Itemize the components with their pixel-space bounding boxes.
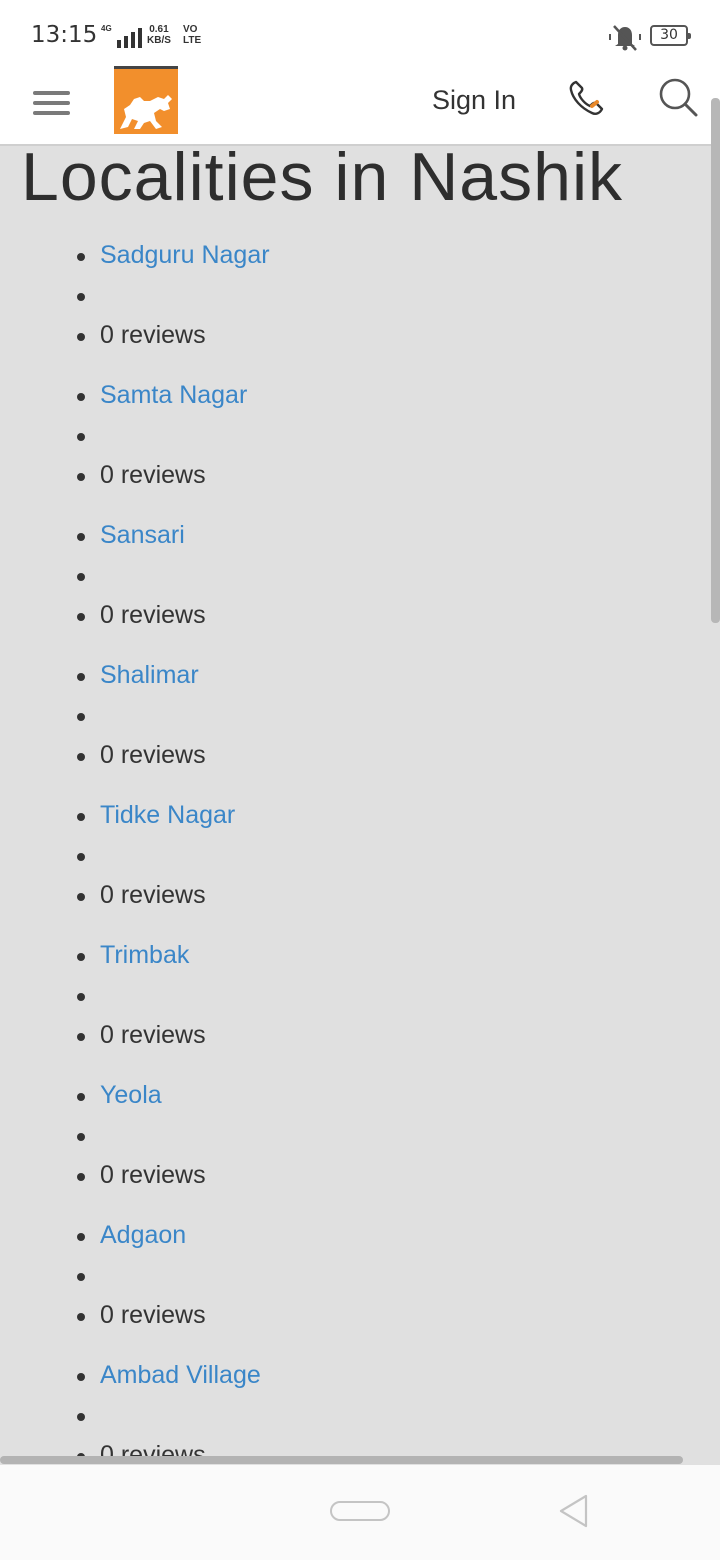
system-nav-bar bbox=[0, 1465, 720, 1560]
list-item bbox=[0, 1256, 700, 1296]
list-item: Trimbak bbox=[0, 936, 700, 976]
phone-icon[interactable] bbox=[567, 78, 607, 118]
volte-bottom: LTE bbox=[183, 35, 202, 46]
list-item bbox=[0, 1116, 700, 1156]
list-item: Samta Nagar bbox=[0, 376, 700, 416]
status-bar: 13:15 4G 0.61 KB/S VO LTE 30 bbox=[0, 0, 720, 68]
list-item: 0 reviews bbox=[0, 736, 700, 776]
back-triangle-icon[interactable] bbox=[556, 1493, 592, 1529]
search-icon[interactable] bbox=[658, 77, 698, 117]
locality-reviews: 0 reviews bbox=[100, 741, 206, 769]
brand-logo[interactable] bbox=[114, 66, 178, 134]
site-header: Sign In bbox=[0, 66, 720, 146]
locality-reviews: 0 reviews bbox=[100, 461, 206, 489]
list-item: Adgaon bbox=[0, 1216, 700, 1256]
network-speed-unit: KB/S bbox=[147, 35, 171, 46]
list-item bbox=[0, 1396, 700, 1436]
list-item: 0 reviews bbox=[0, 1156, 700, 1196]
list-item: Shalimar bbox=[0, 656, 700, 696]
locality-reviews: 0 reviews bbox=[100, 881, 206, 909]
mute-icon bbox=[609, 25, 641, 51]
hamburger-icon[interactable] bbox=[33, 89, 71, 117]
volte-top: VO bbox=[183, 24, 198, 35]
locality-reviews: 0 reviews bbox=[100, 601, 206, 629]
list-item: Ambad Village bbox=[0, 1356, 700, 1396]
list-item: Yeola bbox=[0, 1076, 700, 1116]
volte-indicator: VO LTE bbox=[183, 24, 201, 46]
signal-icon: 4G bbox=[101, 24, 142, 48]
locality-link[interactable]: Sansari bbox=[100, 521, 185, 550]
sign-in-link[interactable]: Sign In bbox=[432, 85, 516, 116]
list-item: 0 reviews bbox=[0, 1296, 700, 1336]
locality-link[interactable]: Samta Nagar bbox=[100, 381, 247, 410]
list-item: Tidke Nagar bbox=[0, 796, 700, 836]
list-item bbox=[0, 836, 700, 876]
list-item: Sadguru Nagar bbox=[0, 236, 700, 276]
list-item bbox=[0, 696, 700, 736]
list-item: 0 reviews bbox=[0, 316, 700, 356]
locality-reviews: 0 reviews bbox=[100, 321, 206, 349]
list-item bbox=[0, 976, 700, 1016]
locality-link[interactable]: Shalimar bbox=[100, 661, 199, 690]
locality-link[interactable]: Trimbak bbox=[100, 941, 189, 970]
main-content: Localities in Nashik Sadguru Nagar 0 revi… bbox=[0, 146, 710, 1464]
list-item: 0 reviews bbox=[0, 596, 700, 636]
locality-reviews: 0 reviews bbox=[100, 1301, 206, 1329]
home-pill-icon[interactable] bbox=[330, 1501, 390, 1521]
list-item bbox=[0, 276, 700, 316]
locality-link[interactable]: Sadguru Nagar bbox=[100, 241, 270, 270]
locality-link[interactable]: Yeola bbox=[100, 1081, 162, 1110]
list-item: 0 reviews bbox=[0, 876, 700, 916]
horizontal-scrollbar[interactable] bbox=[0, 1456, 683, 1464]
battery-icon: 30 bbox=[650, 25, 691, 46]
network-type: 4G bbox=[101, 24, 112, 33]
locality-link[interactable]: Ambad Village bbox=[100, 1361, 261, 1390]
page-title: Localities in Nashik bbox=[21, 146, 624, 215]
vertical-scrollbar[interactable] bbox=[711, 98, 720, 623]
status-time: 13:15 bbox=[31, 22, 98, 48]
list-item: 0 reviews bbox=[0, 1016, 700, 1056]
locality-reviews: 0 reviews bbox=[100, 1161, 206, 1189]
network-speed-value: 0.61 bbox=[149, 24, 169, 35]
list-item bbox=[0, 416, 700, 456]
lion-logo-icon bbox=[120, 95, 172, 129]
locality-link[interactable]: Adgaon bbox=[100, 1221, 186, 1250]
locality-reviews: 0 reviews bbox=[100, 1021, 206, 1049]
network-speed: 0.61 KB/S bbox=[147, 24, 171, 46]
list-item: Sansari bbox=[0, 516, 700, 556]
list-item: 0 reviews bbox=[0, 456, 700, 496]
locality-link[interactable]: Tidke Nagar bbox=[100, 801, 235, 830]
list-item bbox=[0, 556, 700, 596]
